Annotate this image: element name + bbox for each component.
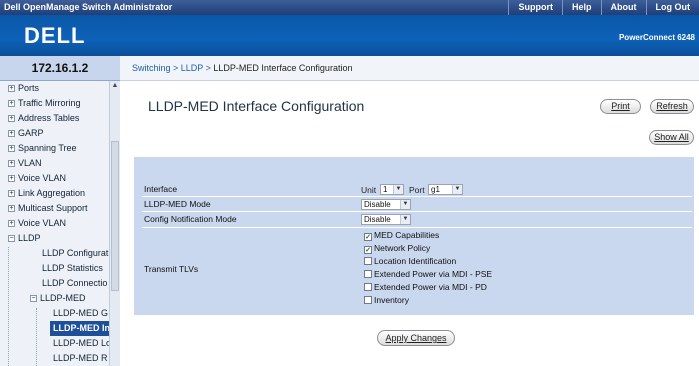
checkmark-icon: ✓ — [364, 246, 372, 254]
config-notification-select[interactable]: Disable ▼ — [361, 214, 411, 225]
about-link[interactable]: About — [600, 0, 646, 15]
collapse-icon: − — [8, 235, 15, 243]
tlv-network-policy-checkbox[interactable]: ✓ Network Policy — [364, 243, 430, 254]
tree-line — [36, 308, 37, 366]
config-notification-label: Config Notification Mode — [144, 214, 237, 224]
scroll-thumb[interactable] — [111, 141, 119, 291]
interface-label: Interface — [144, 184, 178, 194]
expand-icon: + — [8, 115, 15, 123]
unit-label: Unit — [361, 185, 377, 195]
apply-changes-button[interactable]: Apply Changes — [377, 330, 455, 346]
transmit-tlvs-label: Transmit TLVs — [144, 264, 199, 274]
nav-item-vlan[interactable]: + VLAN — [8, 156, 42, 171]
checkmark-icon: ✓ — [364, 233, 372, 241]
chevron-down-icon: ▼ — [400, 200, 410, 209]
print-button[interactable]: Print — [600, 99, 641, 114]
lldp-med-mode-row: LLDP-MED Mode — [142, 197, 692, 212]
chevron-down-icon: ▼ — [400, 215, 410, 224]
tree-line — [8, 247, 9, 366]
collapse-icon: − — [30, 295, 37, 303]
lldp-med-mode-label: LLDP-MED Mode — [144, 199, 211, 209]
scroll-up-icon[interactable]: ▲ — [111, 82, 119, 90]
nav-item-address-tables[interactable]: + Address Tables — [8, 111, 79, 126]
unit-select[interactable]: 1 ▼ — [380, 184, 404, 195]
show-all-button[interactable]: Show All — [649, 130, 694, 145]
nav-scrollbar[interactable]: ▲ — [109, 81, 120, 366]
brand-bar: DELL PowerConnect 6248 — [0, 15, 699, 56]
tlv-extended-power-pse-checkbox[interactable]: Extended Power via MDI - PSE — [364, 269, 492, 280]
nav-item-lldp-med-local[interactable]: LLDP-MED Lo — [53, 336, 111, 351]
expand-icon: + — [8, 205, 15, 213]
expand-icon: + — [8, 85, 15, 93]
nav-item-traffic-mirroring[interactable]: + Traffic Mirroring — [8, 96, 81, 111]
tlv-extended-power-pd-checkbox[interactable]: Extended Power via MDI - PD — [364, 282, 487, 293]
chevron-down-icon: ▼ — [393, 185, 403, 194]
nav-item-garp[interactable]: + GARP — [8, 126, 44, 141]
nav-item-ports[interactable]: + Ports — [8, 81, 39, 96]
support-link[interactable]: Support — [508, 0, 562, 15]
port-label: Port — [409, 185, 425, 195]
nav-item-lldp-connections[interactable]: LLDP Connectio — [42, 276, 107, 291]
port-select[interactable]: g1 ▼ — [428, 184, 463, 195]
expand-icon: + — [8, 100, 15, 108]
top-links: Support Help About Log Out — [508, 0, 699, 15]
nav-item-lldp-configuration[interactable]: LLDP Configurat — [42, 246, 108, 261]
nav-item-lldp-statistics[interactable]: LLDP Statistics — [42, 261, 103, 276]
nav-item-lldp-med-interface[interactable]: LLDP-MED In — [50, 321, 110, 336]
tlv-med-capabilities-checkbox[interactable]: ✓ MED Capabilities — [364, 230, 439, 241]
tlv-location-identification-checkbox[interactable]: Location Identification — [364, 256, 456, 267]
nav-tree: + Ports + Traffic Mirroring + Address Table… — [0, 81, 120, 366]
expand-icon: + — [8, 220, 15, 228]
title-bar: Dell OpenManage Switch Administrator Sup… — [0, 0, 699, 15]
breadcrumb-path[interactable]: Switching > LLDP > — [132, 63, 213, 73]
nav-item-multicast-support[interactable]: + Multicast Support — [8, 201, 88, 216]
logout-link[interactable]: Log Out — [645, 0, 699, 15]
nav-item-lldp-med-global[interactable]: LLDP-MED G — [53, 306, 108, 321]
tlv-inventory-checkbox[interactable]: Inventory — [364, 295, 409, 306]
breadcrumb-current: LLDP-MED Interface Configuration — [213, 63, 353, 73]
app-title: Dell OpenManage Switch Administrator — [4, 2, 173, 12]
nav-item-spanning-tree[interactable]: + Spanning Tree — [8, 141, 77, 156]
model-name: PowerConnect 6248 — [618, 33, 695, 42]
nav-item-voice-vlan[interactable]: + Voice VLAN — [8, 171, 66, 186]
expand-icon: + — [8, 175, 15, 183]
nav-item-link-aggregation[interactable]: + Link Aggregation — [8, 186, 85, 201]
expand-icon: + — [8, 190, 15, 198]
device-ip: 172.16.1.2 — [0, 56, 120, 81]
nav-item-lldp[interactable]: − LLDP — [8, 231, 41, 246]
nav-item-lldp-med-remote[interactable]: LLDP-MED R — [53, 351, 108, 366]
lldp-med-mode-select[interactable]: Disable ▼ — [361, 199, 411, 210]
expand-icon: + — [8, 160, 15, 168]
refresh-button[interactable]: Refresh — [650, 99, 694, 114]
page-title: LLDP-MED Interface Configuration — [148, 98, 365, 114]
chevron-down-icon: ▼ — [452, 185, 462, 194]
expand-icon: + — [8, 130, 15, 138]
nav-item-voice-vlan-2[interactable]: + Voice VLAN — [8, 216, 66, 231]
dell-logo: DELL — [24, 23, 86, 48]
config-notification-row: Config Notification Mode — [142, 212, 692, 228]
expand-icon: + — [8, 145, 15, 153]
breadcrumb: Switching > LLDP > LLDP-MED Interface Co… — [120, 56, 699, 81]
help-link[interactable]: Help — [561, 0, 601, 15]
nav-item-lldp-med[interactable]: − LLDP-MED — [30, 291, 86, 306]
